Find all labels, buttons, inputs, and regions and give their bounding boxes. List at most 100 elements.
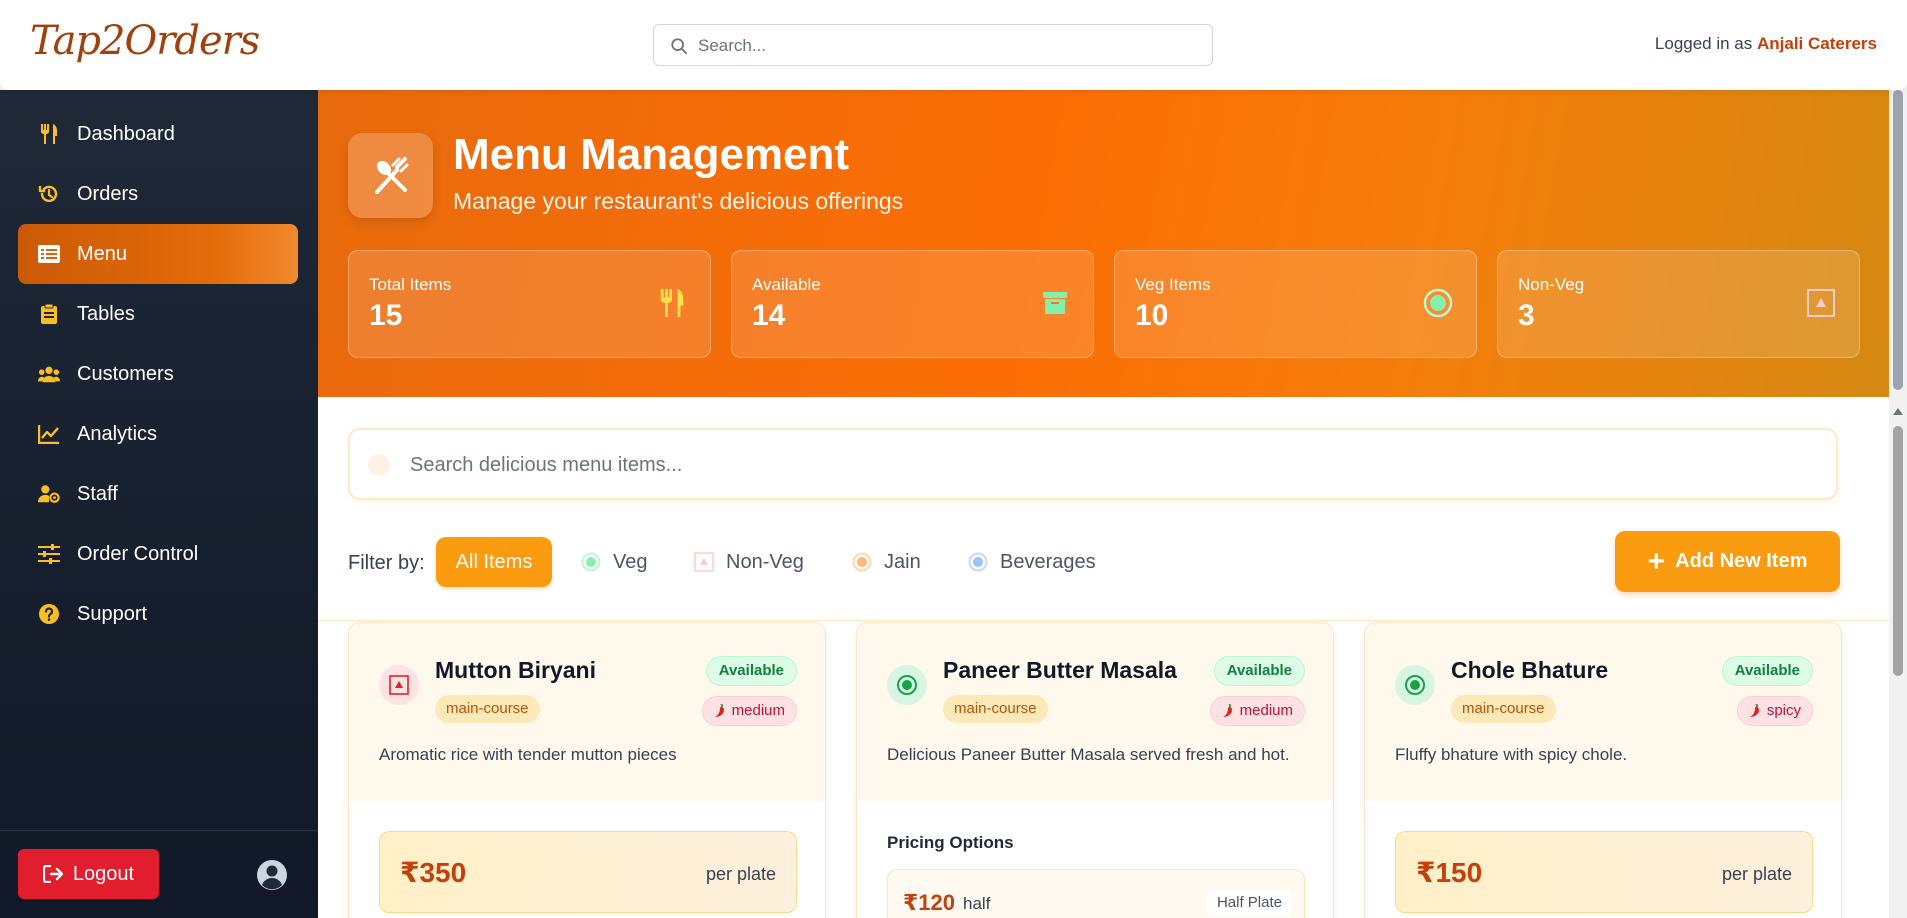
sidebar-item-label: Menu	[77, 242, 128, 265]
utensils-crossed-icon	[348, 133, 433, 218]
item-price: ₹150	[1416, 857, 1483, 888]
scroll-up-arrow-icon[interactable]	[1893, 408, 1903, 415]
sidebar-item-label: Orders	[77, 182, 139, 205]
jain-dot-icon	[852, 552, 872, 572]
pricing-options-title: Pricing Options	[887, 833, 1014, 852]
chili-icon	[1222, 704, 1232, 717]
scrollbar-thumb[interactable]	[1893, 426, 1903, 676]
user-avatar-icon[interactable]	[256, 859, 288, 891]
stat-card-veg-items: Veg Items 10	[1114, 250, 1477, 358]
utensils-icon	[656, 287, 688, 319]
plus-icon: +	[1647, 544, 1666, 578]
veg-dot-icon	[1422, 287, 1454, 319]
menu-item-card[interactable]: Paneer Butter Masala main-course Availab…	[856, 622, 1334, 918]
chili-icon	[714, 704, 724, 717]
login-prefix: Logged in as	[1654, 34, 1757, 53]
menu-item-card[interactable]: Chole Bhature main-course Available spic…	[1364, 622, 1842, 918]
veg-dot-icon	[581, 552, 601, 572]
sidebar-item-orders[interactable]: Orders	[18, 164, 298, 224]
menu-search[interactable]	[348, 428, 1838, 500]
option-tag: Half Plate	[1206, 890, 1292, 916]
sidebar-item-menu[interactable]: Menu	[18, 224, 298, 284]
sidebar-item-support[interactable]: Support	[18, 584, 298, 644]
stat-card-total-items: Total Items 15	[348, 250, 711, 358]
add-new-item-label: Add New Item	[1675, 550, 1808, 572]
sidebar: Dashboard Orders Menu Tables Customers A…	[0, 90, 318, 918]
status-badge: Available	[1721, 656, 1813, 686]
sidebar-item-label: Order Control	[77, 542, 199, 565]
users-icon	[38, 363, 60, 385]
option-price: ₹120	[903, 890, 956, 915]
filter-non-veg[interactable]: Non-Veg	[694, 537, 804, 587]
filter-jain[interactable]: Jain	[852, 537, 921, 587]
stat-label: Non-Veg	[1518, 275, 1585, 294]
stat-label: Veg Items	[1135, 275, 1211, 294]
stat-value: 15	[369, 299, 403, 332]
chili-icon	[1749, 704, 1759, 717]
price-box: ₹350 per plate	[379, 831, 797, 913]
sidebar-item-label: Staff	[77, 482, 118, 505]
pricing-option-row: ₹120 half Half Plate	[887, 869, 1305, 918]
sidebar-item-customers[interactable]: Customers	[18, 344, 298, 404]
login-info: Logged in as Anjali Caterers	[1655, 34, 1877, 54]
sidebar-item-label: Analytics	[77, 422, 158, 445]
option-name: half	[963, 894, 991, 913]
spice-label: medium	[731, 702, 785, 719]
category-badge: main-course	[943, 695, 1048, 723]
app-logo[interactable]: Tap2Orders	[30, 18, 260, 64]
category-badge: main-course	[1451, 695, 1556, 723]
status-badge: Available	[705, 656, 797, 686]
global-search-input[interactable]	[698, 33, 1198, 59]
sidebar-item-order-control[interactable]: Order Control	[18, 524, 298, 584]
nonveg-triangle-icon	[1805, 287, 1837, 319]
stat-card-available: Available 14	[731, 250, 1094, 358]
menu-search-input[interactable]	[410, 450, 1810, 480]
sidebar-item-staff[interactable]: Staff	[18, 464, 298, 524]
archive-box-icon	[1039, 287, 1071, 319]
sidebar-item-tables[interactable]: Tables	[18, 284, 298, 344]
card-header: Mutton Biryani main-course Available med…	[349, 623, 825, 801]
nonveg-triangle-icon	[694, 552, 714, 572]
scrollbar-track-upper	[1893, 90, 1903, 390]
filter-beverages[interactable]: Beverages	[968, 537, 1096, 587]
main-content: Menu Management Manage your restaurant's…	[318, 90, 1889, 918]
spice-label: medium	[1239, 702, 1293, 719]
menu-item-card[interactable]: Mutton Biryani main-course Available med…	[348, 622, 826, 918]
history-icon	[38, 183, 60, 205]
stat-label: Total Items	[369, 275, 452, 294]
stat-value: 10	[1135, 299, 1169, 332]
price-box: ₹150 per plate	[1395, 831, 1813, 913]
search-icon	[368, 454, 390, 476]
item-description: Aromatic rice with tender mutton pieces	[379, 745, 677, 764]
hero-banner: Menu Management Manage your restaurant's…	[318, 90, 1889, 397]
page-title: Menu Management	[453, 130, 850, 179]
stat-label: Available	[752, 275, 821, 294]
beverage-dot-icon	[968, 552, 988, 572]
utensils-icon	[38, 123, 60, 145]
section-divider	[318, 620, 1889, 621]
sidebar-item-analytics[interactable]: Analytics	[18, 404, 298, 464]
item-name: Mutton Biryani	[435, 657, 596, 683]
item-description: Delicious Paneer Butter Masala served fr…	[887, 745, 1290, 764]
top-header: Tap2Orders Logged in as Anjali Caterers	[0, 0, 1907, 90]
global-search[interactable]	[653, 24, 1213, 66]
filter-label-beverages: Beverages	[1000, 550, 1096, 573]
menu-list-icon	[38, 243, 60, 265]
category-badge: main-course	[435, 695, 540, 723]
filter-all-items[interactable]: All Items	[436, 537, 552, 587]
logout-label: Logout	[72, 862, 135, 885]
chart-line-icon	[38, 423, 60, 445]
logout-button[interactable]: Logout	[18, 849, 159, 899]
item-description: Fluffy bhature with spicy chole.	[1395, 745, 1628, 764]
page-scrollbar[interactable]	[1889, 90, 1907, 918]
sidebar-footer: Logout	[0, 830, 318, 918]
sliders-icon	[38, 543, 60, 565]
sidebar-item-label: Support	[77, 602, 148, 625]
clipboard-icon	[38, 303, 60, 325]
filter-label-jain: Jain	[884, 550, 921, 573]
add-new-item-button[interactable]: + Add New Item	[1615, 531, 1840, 592]
filter-veg[interactable]: Veg	[581, 537, 647, 587]
sidebar-item-dashboard[interactable]: Dashboard	[18, 104, 298, 164]
search-icon	[671, 38, 688, 55]
filter-label-veg: Veg	[613, 550, 648, 573]
